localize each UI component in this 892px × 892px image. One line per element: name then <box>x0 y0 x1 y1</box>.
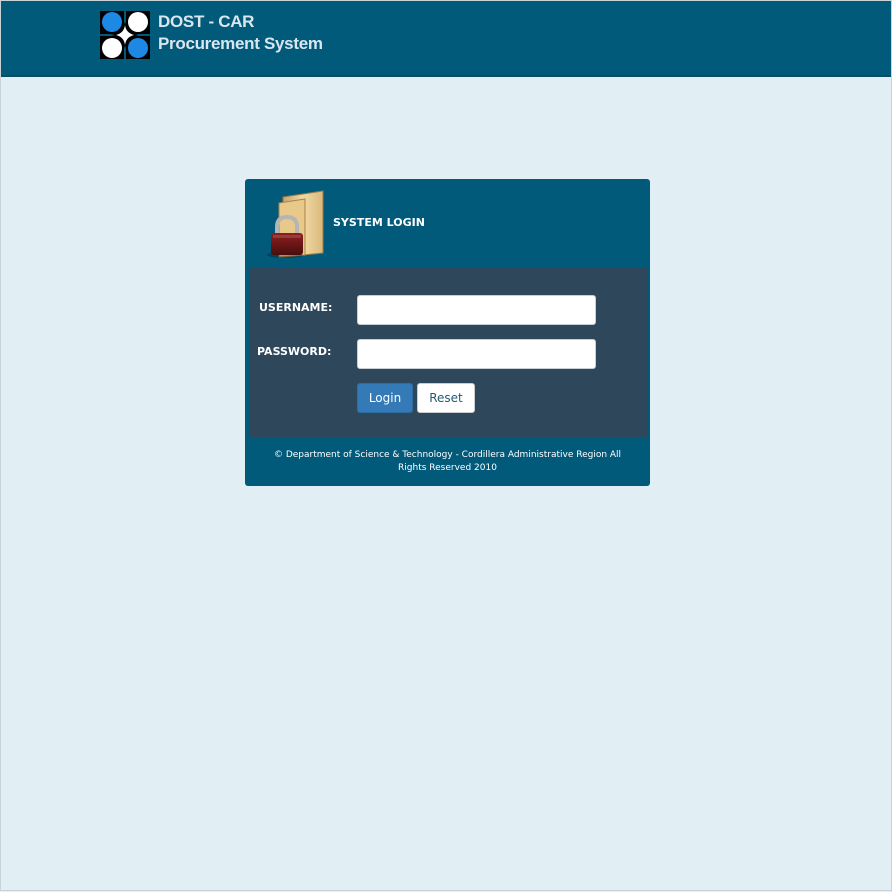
username-input[interactable] <box>357 295 596 325</box>
username-label: USERNAME: <box>259 301 333 314</box>
dost-logo-icon <box>100 11 150 59</box>
login-page: { "header": { "brand_line1": "DOST - CAR… <box>0 0 892 891</box>
login-button[interactable]: Login <box>357 383 413 413</box>
reset-button[interactable]: Reset <box>417 383 475 413</box>
password-label: PASSWORD: <box>257 345 332 358</box>
login-form: USERNAME: PASSWORD: Login Reset © Depart… <box>245 1 650 892</box>
brand-title: DOST - CAR <box>158 12 255 31</box>
password-input[interactable] <box>357 339 596 369</box>
copyright-footer: © Department of Science & Technology - C… <box>273 450 622 473</box>
